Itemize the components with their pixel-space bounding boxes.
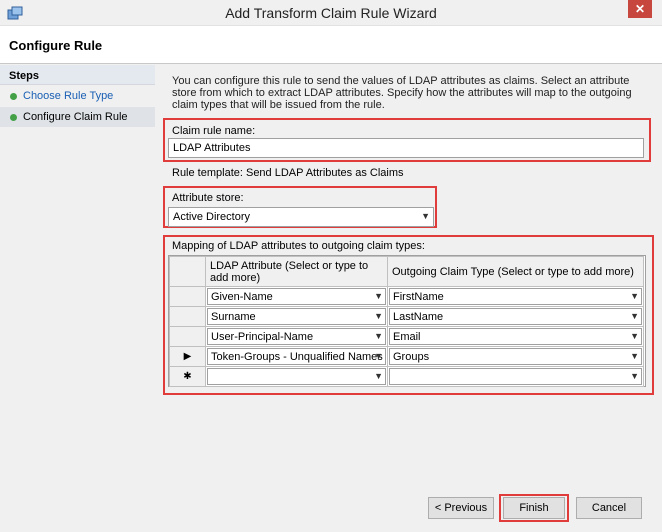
ldap-attribute-cell[interactable]: ▼ bbox=[205, 366, 388, 387]
attribute-store-label: Attribute store: bbox=[172, 192, 244, 204]
chevron-down-icon: ▼ bbox=[630, 351, 639, 361]
chevron-down-icon: ▼ bbox=[374, 351, 383, 361]
chevron-down-icon: ▼ bbox=[421, 211, 430, 221]
row-selector[interactable] bbox=[169, 326, 206, 347]
column-header-ldap[interactable]: LDAP Attribute (Select or type to add mo… bbox=[205, 256, 388, 287]
step-label[interactable]: Choose Rule Type bbox=[23, 90, 113, 102]
page-title: Configure Rule bbox=[9, 38, 103, 53]
ldap-attribute-select[interactable]: Given-Name ▼ bbox=[207, 288, 386, 305]
ldap-attribute-cell[interactable]: Given-Name ▼ bbox=[205, 286, 388, 307]
row-selector-new[interactable]: ✱ bbox=[169, 366, 206, 387]
ldap-attribute-cell[interactable]: User-Principal-Name ▼ bbox=[205, 326, 388, 347]
outgoing-claim-cell[interactable]: Email ▼ bbox=[387, 326, 644, 347]
steps-heading: Steps bbox=[0, 65, 155, 85]
outgoing-claim-value: FirstName bbox=[393, 291, 444, 303]
step-current-icon bbox=[10, 114, 17, 121]
cancel-button[interactable]: Cancel bbox=[576, 497, 642, 519]
table-row: Given-Name ▼ FirstName ▼ bbox=[169, 286, 644, 307]
outgoing-claim-cell[interactable]: Groups ▼ bbox=[387, 346, 644, 367]
step-complete-icon bbox=[10, 93, 17, 100]
close-button[interactable]: ✕ bbox=[628, 0, 652, 18]
ldap-attribute-select[interactable]: Surname ▼ bbox=[207, 308, 386, 325]
ldap-attribute-select[interactable]: ▼ bbox=[207, 368, 386, 385]
page-header: Configure Rule bbox=[0, 26, 662, 64]
outgoing-claim-cell[interactable]: LastName ▼ bbox=[387, 306, 644, 327]
row-selector[interactable] bbox=[169, 306, 206, 327]
outgoing-claim-value: Email bbox=[393, 331, 421, 343]
column-header-outgoing[interactable]: Outgoing Claim Type (Select or type to a… bbox=[387, 256, 644, 287]
ldap-attribute-select[interactable]: User-Principal-Name ▼ bbox=[207, 328, 386, 345]
outgoing-claim-value: LastName bbox=[393, 311, 444, 323]
ldap-attribute-value: Token-Groups - Unqualified Names bbox=[211, 351, 383, 363]
chevron-down-icon: ▼ bbox=[630, 371, 639, 381]
chevron-down-icon: ▼ bbox=[630, 311, 639, 321]
outgoing-claim-select[interactable]: ▼ bbox=[389, 368, 642, 385]
chevron-down-icon: ▼ bbox=[374, 291, 383, 301]
steps-panel: Steps Choose Rule Type Configure Claim R… bbox=[0, 65, 155, 532]
claim-rule-name-input[interactable]: LDAP Attributes bbox=[168, 138, 644, 158]
main-panel: You can configure this rule to send the … bbox=[157, 65, 662, 532]
row-selector[interactable] bbox=[169, 286, 206, 307]
mapping-label: Mapping of LDAP attributes to outgoing c… bbox=[172, 240, 425, 252]
ldap-attribute-cell[interactable]: Token-Groups - Unqualified Names ▼ bbox=[205, 346, 388, 367]
outgoing-claim-value: Groups bbox=[393, 351, 430, 363]
claim-rule-name-label: Claim rule name: bbox=[172, 125, 256, 137]
finish-button[interactable]: Finish bbox=[503, 497, 565, 519]
rule-template-text: Rule template: Send LDAP Attributes as C… bbox=[172, 167, 404, 179]
chevron-down-icon: ▼ bbox=[374, 371, 383, 381]
attribute-mapping-grid: LDAP Attribute (Select or type to add mo… bbox=[168, 255, 646, 387]
table-row: ▶ Token-Groups - Unqualified Names ▼ Grou… bbox=[169, 346, 644, 367]
ldap-attribute-value: Surname bbox=[211, 311, 256, 323]
step-label: Configure Claim Rule bbox=[23, 111, 128, 123]
previous-button[interactable]: < Previous bbox=[428, 497, 494, 519]
outgoing-claim-cell[interactable]: ▼ bbox=[387, 366, 644, 387]
attribute-store-value: Active Directory bbox=[173, 211, 251, 223]
outgoing-claim-select[interactable]: Email ▼ bbox=[389, 328, 642, 345]
outgoing-claim-select[interactable]: LastName ▼ bbox=[389, 308, 642, 325]
table-row-new: ✱ ▼ ▼ bbox=[169, 366, 644, 387]
table-row: User-Principal-Name ▼ Email ▼ bbox=[169, 326, 644, 347]
rule-description: You can configure this rule to send the … bbox=[172, 75, 632, 111]
outgoing-claim-cell[interactable]: FirstName ▼ bbox=[387, 286, 644, 307]
outgoing-claim-select[interactable]: FirstName ▼ bbox=[389, 288, 642, 305]
chevron-down-icon: ▼ bbox=[374, 331, 383, 341]
ldap-attribute-value: User-Principal-Name bbox=[211, 331, 314, 343]
chevron-down-icon: ▼ bbox=[374, 311, 383, 321]
ldap-attribute-value: Given-Name bbox=[211, 291, 273, 303]
step-choose-rule-type[interactable]: Choose Rule Type bbox=[0, 86, 155, 106]
attribute-store-select[interactable]: Active Directory ▼ bbox=[168, 207, 434, 227]
window-title: Add Transform Claim Rule Wizard bbox=[225, 5, 437, 21]
step-configure-claim-rule: Configure Claim Rule bbox=[0, 107, 155, 127]
ldap-attribute-select[interactable]: Token-Groups - Unqualified Names ▼ bbox=[207, 348, 386, 365]
chevron-down-icon: ▼ bbox=[630, 331, 639, 341]
table-row: Surname ▼ LastName ▼ bbox=[169, 306, 644, 327]
chevron-down-icon: ▼ bbox=[630, 291, 639, 301]
outgoing-claim-select[interactable]: Groups ▼ bbox=[389, 348, 642, 365]
ldap-attribute-cell[interactable]: Surname ▼ bbox=[205, 306, 388, 327]
row-selector-current[interactable]: ▶ bbox=[169, 346, 206, 367]
grid-corner bbox=[169, 256, 206, 287]
title-bar: Add Transform Claim Rule Wizard ✕ bbox=[0, 0, 662, 26]
